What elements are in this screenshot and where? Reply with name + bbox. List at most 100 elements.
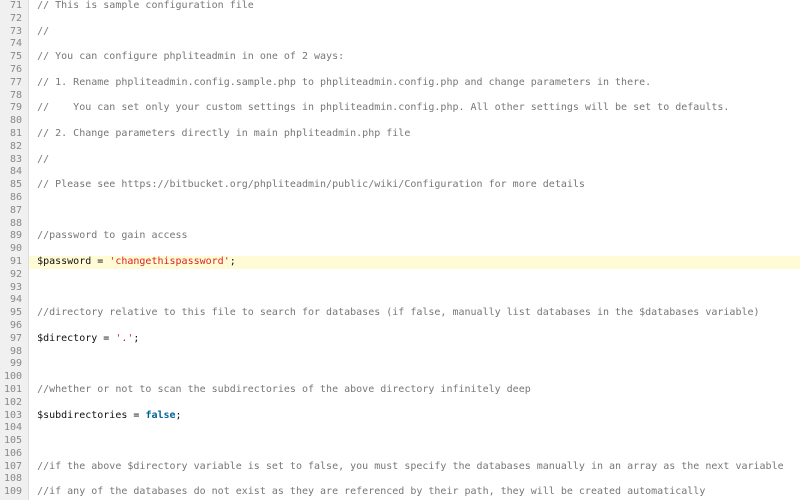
line-number: 101 <box>4 384 22 397</box>
token-s: 'changethispassword' <box>109 256 229 267</box>
token-o: ; <box>176 410 182 421</box>
code-line[interactable] <box>29 294 800 307</box>
line-number-gutter: 7172737475767778798081828384858687888990… <box>0 0 29 500</box>
code-line[interactable] <box>29 115 800 128</box>
token-c: //if the above $directory variable is se… <box>37 461 784 472</box>
line-number: 88 <box>4 218 22 231</box>
token-o: ; <box>133 333 139 344</box>
line-number: 103 <box>4 410 22 423</box>
line-number: 91 <box>4 256 22 269</box>
line-number: 95 <box>4 307 22 320</box>
token-c: // 1. Rename phpliteadmin.config.sample.… <box>37 77 651 88</box>
token-o: = <box>97 333 115 344</box>
line-number: 99 <box>4 358 22 371</box>
code-line[interactable] <box>29 371 800 384</box>
line-number: 74 <box>4 38 22 51</box>
code-line[interactable] <box>29 282 800 295</box>
line-number: 75 <box>4 51 22 64</box>
code-line[interactable] <box>29 422 800 435</box>
line-number: 86 <box>4 192 22 205</box>
token-c: // You can set only your custom settings… <box>37 102 729 113</box>
code-line[interactable] <box>29 448 800 461</box>
line-number: 77 <box>4 77 22 90</box>
code-line[interactable]: // You can configure phpliteadmin in one… <box>29 51 800 64</box>
token-o: = <box>91 256 109 267</box>
code-line[interactable]: // 2. Change parameters directly in main… <box>29 128 800 141</box>
token-c: //password to gain access <box>37 230 188 241</box>
line-number: 102 <box>4 397 22 410</box>
token-c: // <box>37 26 49 37</box>
code-line[interactable]: $subdirectories = false; <box>29 410 800 423</box>
code-line[interactable]: $directory = '.'; <box>29 333 800 346</box>
line-number: 109 <box>4 486 22 499</box>
line-number: 73 <box>4 26 22 39</box>
code-line[interactable]: //if the above $directory variable is se… <box>29 461 800 474</box>
code-line[interactable]: // <box>29 154 800 167</box>
code-line[interactable] <box>29 473 800 486</box>
code-line[interactable] <box>29 320 800 333</box>
code-line[interactable]: // <box>29 26 800 39</box>
code-line[interactable] <box>29 269 800 282</box>
line-number: 84 <box>4 166 22 179</box>
code-line[interactable]: $password = 'changethispassword'; <box>29 256 800 269</box>
line-number: 98 <box>4 346 22 359</box>
code-line[interactable]: //if any of the databases do not exist a… <box>29 486 800 499</box>
line-number: 108 <box>4 473 22 486</box>
code-line[interactable] <box>29 243 800 256</box>
token-c: // Please see https://bitbucket.org/phpl… <box>37 179 585 190</box>
code-line[interactable] <box>29 218 800 231</box>
line-number: 79 <box>4 102 22 115</box>
token-c: // <box>37 154 49 165</box>
token-c: // 2. Change parameters directly in main… <box>37 128 410 139</box>
code-line[interactable] <box>29 435 800 448</box>
line-number: 106 <box>4 448 22 461</box>
code-line[interactable] <box>29 205 800 218</box>
code-line[interactable]: // You can set only your custom settings… <box>29 102 800 115</box>
line-number: 107 <box>4 461 22 474</box>
code-line[interactable] <box>29 397 800 410</box>
token-s: '.' <box>115 333 133 344</box>
line-number: 94 <box>4 294 22 307</box>
code-area[interactable]: // This is sample configuration file // //… <box>29 0 800 500</box>
token-c: //if any of the databases do not exist a… <box>37 486 705 497</box>
code-line[interactable] <box>29 346 800 359</box>
code-line[interactable]: // 1. Rename phpliteadmin.config.sample.… <box>29 77 800 90</box>
token-o: ; <box>230 256 236 267</box>
code-line[interactable]: //password to gain access <box>29 230 800 243</box>
token-c: //whether or not to scan the subdirector… <box>37 384 531 395</box>
code-line[interactable]: //directory relative to this file to sea… <box>29 307 800 320</box>
line-number: 96 <box>4 320 22 333</box>
line-number: 71 <box>4 0 22 13</box>
code-line[interactable] <box>29 192 800 205</box>
code-line[interactable] <box>29 358 800 371</box>
code-line[interactable] <box>29 64 800 77</box>
code-line[interactable]: //whether or not to scan the subdirector… <box>29 384 800 397</box>
line-number: 100 <box>4 371 22 384</box>
line-number: 105 <box>4 435 22 448</box>
code-line[interactable]: // This is sample configuration file <box>29 0 800 13</box>
code-line[interactable] <box>29 166 800 179</box>
line-number: 72 <box>4 13 22 26</box>
token-v: $password <box>37 256 91 267</box>
token-c: // This is sample configuration file <box>37 0 254 11</box>
token-c: // You can configure phpliteadmin in one… <box>37 51 344 62</box>
token-v: $subdirectories <box>37 410 127 421</box>
line-number: 93 <box>4 282 22 295</box>
code-line[interactable] <box>29 13 800 26</box>
line-number: 81 <box>4 128 22 141</box>
code-line[interactable] <box>29 38 800 51</box>
token-c: //directory relative to this file to sea… <box>37 307 759 318</box>
line-number: 87 <box>4 205 22 218</box>
line-number: 90 <box>4 243 22 256</box>
token-k: false <box>145 410 175 421</box>
line-number: 80 <box>4 115 22 128</box>
line-number: 92 <box>4 269 22 282</box>
code-line[interactable] <box>29 90 800 103</box>
code-line[interactable]: // Please see https://bitbucket.org/phpl… <box>29 179 800 192</box>
code-line[interactable] <box>29 141 800 154</box>
line-number: 76 <box>4 64 22 77</box>
token-v: $directory <box>37 333 97 344</box>
line-number: 82 <box>4 141 22 154</box>
token-o: = <box>127 410 145 421</box>
line-number: 85 <box>4 179 22 192</box>
